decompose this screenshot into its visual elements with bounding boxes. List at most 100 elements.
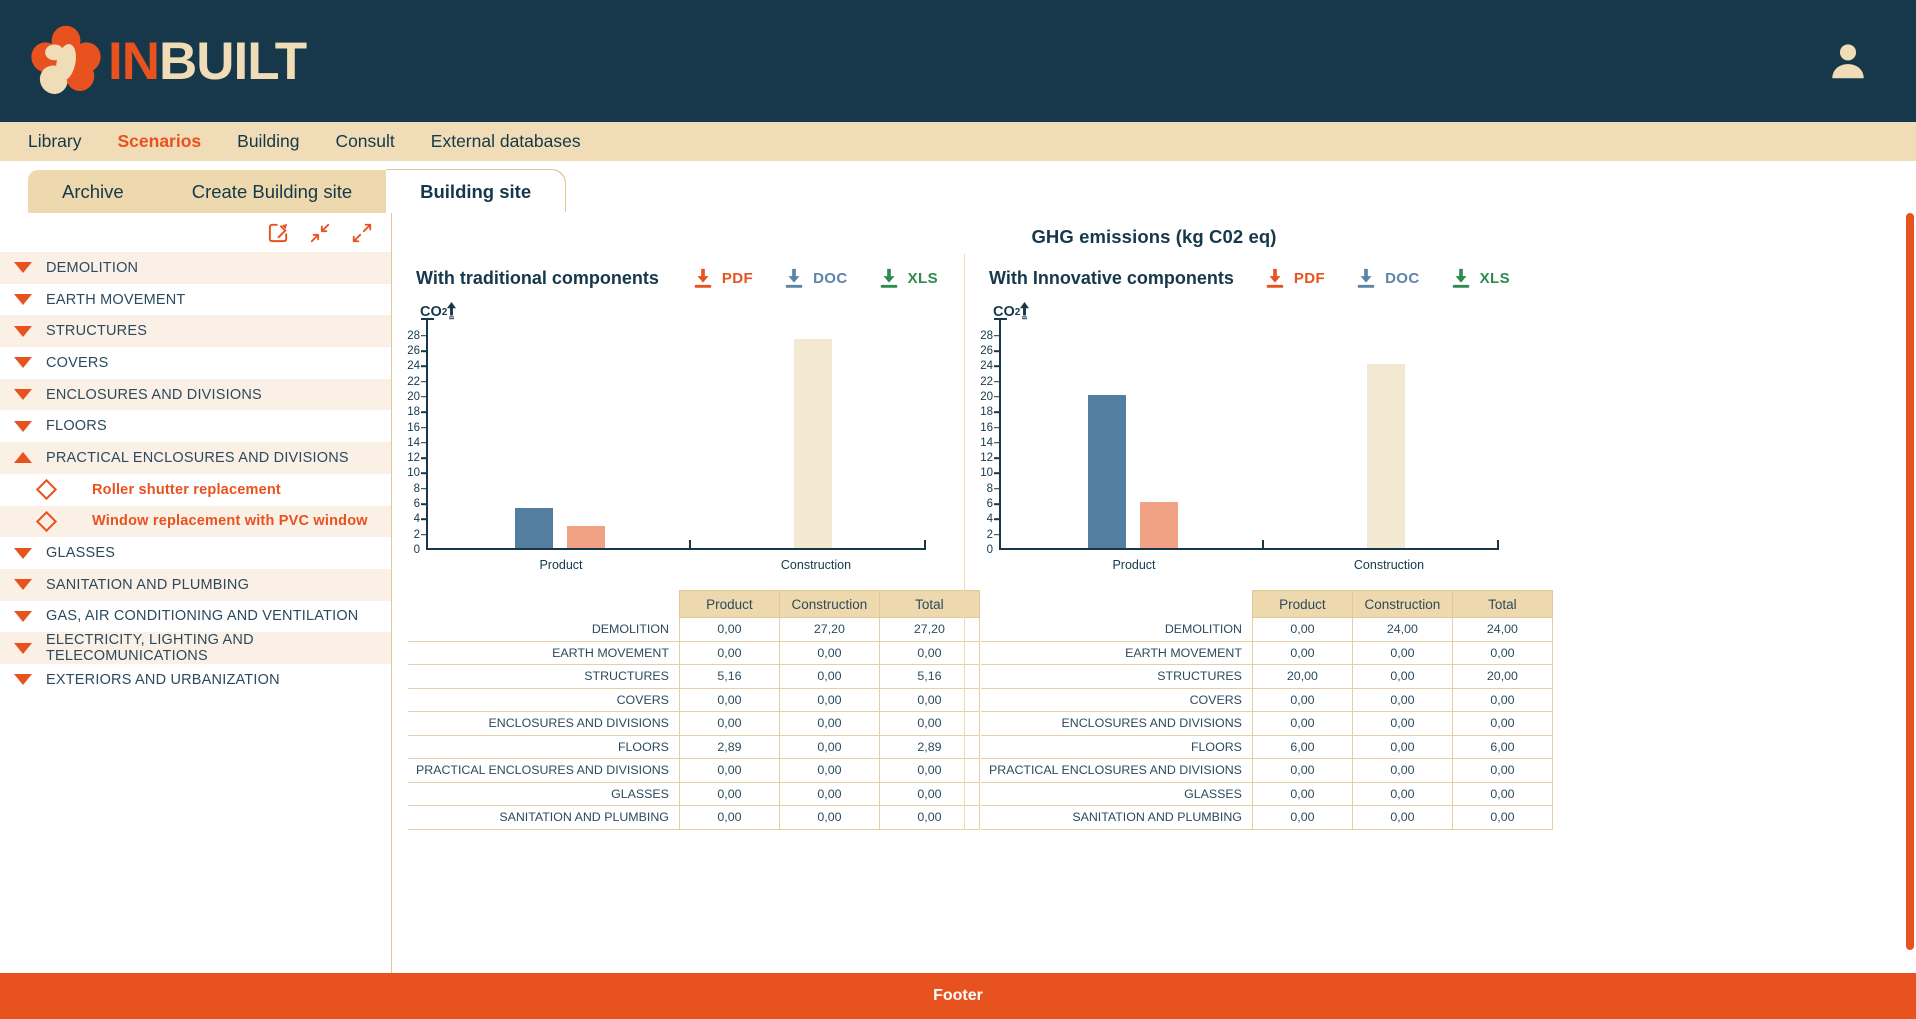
- table-cell-construction: 0,00: [1351, 664, 1453, 689]
- brand-logo[interactable]: INBUILT: [30, 25, 307, 97]
- table-cell-construction: 0,00: [778, 782, 880, 806]
- tab-create-building-site[interactable]: Create Building site: [157, 170, 387, 213]
- chevron-down-icon[interactable]: [0, 610, 46, 622]
- chart-bar[interactable]: [515, 508, 553, 548]
- chevron-down-icon[interactable]: [0, 294, 46, 306]
- sidebar-item-label: SANITATION AND PLUMBING: [46, 576, 250, 593]
- table-row[interactable]: EARTH MOVEMENT 0,00 0,00 0,00: [981, 641, 1553, 665]
- sidebar-item-label: Window replacement with PVC window: [92, 513, 368, 530]
- app-root: INBUILT Library Scenarios Building Consu…: [0, 0, 1916, 1019]
- table-row[interactable]: STRUCTURES 5,16 0,00 5,16: [408, 664, 980, 689]
- chevron-down-icon[interactable]: [0, 325, 46, 337]
- table-cell-construction: 0,00: [1351, 782, 1453, 806]
- menu-item-scenarios[interactable]: Scenarios: [118, 131, 226, 152]
- top-header: INBUILT: [0, 0, 1916, 122]
- sidebar-item-label: GAS, AIR CONDITIONING AND VENTILATION: [46, 608, 359, 625]
- sidebar-item-demolition[interactable]: DEMOLITION: [0, 252, 391, 284]
- table-row[interactable]: FLOORS 6,00 0,00 6,00: [981, 735, 1553, 759]
- sidebar-item-practical-enclosures-and-divisions[interactable]: PRACTICAL ENCLOSURES AND DIVISIONS: [0, 442, 391, 474]
- sidebar-item-gas-air-conditioning-and-ventilation[interactable]: GAS, AIR CONDITIONING AND VENTILATION: [0, 601, 391, 633]
- table-row[interactable]: FLOORS 2,89 0,00 2,89: [408, 735, 980, 759]
- scrollbar-thumb[interactable]: [1906, 213, 1914, 951]
- export-pdf-button[interactable]: PDF: [1264, 267, 1325, 289]
- table-row[interactable]: PRACTICAL ENCLOSURES AND DIVISIONS 0,00 0,…: [408, 758, 980, 783]
- chevron-down-icon[interactable]: [0, 674, 46, 686]
- user-avatar-icon[interactable]: [1820, 33, 1876, 89]
- table-row[interactable]: COVERS 0,00 0,00 0,00: [408, 688, 980, 712]
- chart-bar[interactable]: [1140, 501, 1178, 548]
- table-row[interactable]: ENCLOSURES AND DIVISIONS 0,00 0,00 0,00: [981, 711, 1553, 736]
- export-xls-button[interactable]: XLS: [1450, 267, 1510, 289]
- sidebar-item-structures[interactable]: STRUCTURES: [0, 315, 391, 348]
- chart-bar[interactable]: [1367, 363, 1405, 548]
- table-row[interactable]: EARTH MOVEMENT 0,00 0,00 0,00: [408, 641, 980, 665]
- sidebar-item-label: STRUCTURES: [46, 323, 148, 340]
- sidebar-item-glasses[interactable]: GLASSES: [0, 537, 391, 569]
- chart-tick-mark: [994, 487, 999, 490]
- sidebar-item-roller-shutter-replacement[interactable]: Roller shutter replacement: [0, 474, 391, 506]
- sidebar-item-sanitation-and-plumbing[interactable]: SANITATION AND PLUMBING: [0, 568, 391, 601]
- table-row[interactable]: GLASSES 0,00 0,00 0,00: [408, 782, 980, 806]
- export-doc-button[interactable]: DOC: [783, 267, 848, 289]
- chart-tick-mark: [994, 472, 999, 475]
- table-row[interactable]: STRUCTURES 20,00 0,00 20,00: [981, 664, 1553, 689]
- chart-bar[interactable]: [1088, 394, 1126, 548]
- menu-item-consult[interactable]: Consult: [335, 131, 418, 152]
- sidebar-item-earth-movement[interactable]: EARTH MOVEMENT: [0, 284, 391, 316]
- table-row[interactable]: PRACTICAL ENCLOSURES AND DIVISIONS 0,00 0,…: [981, 758, 1553, 783]
- sidebar-item-floors[interactable]: FLOORS: [0, 410, 391, 442]
- menu-item-library[interactable]: Library: [28, 131, 106, 152]
- chevron-down-icon[interactable]: [0, 579, 46, 591]
- export-doc-button[interactable]: DOC: [1355, 267, 1420, 289]
- table-row[interactable]: SANITATION AND PLUMBING 0,00 0,00 0,00: [408, 805, 980, 830]
- chart-y-axis-cap: [421, 318, 434, 321]
- table-row[interactable]: DEMOLITION 0,00 27,20 27,20: [408, 617, 980, 642]
- table-row[interactable]: COVERS 0,00 0,00 0,00: [981, 688, 1553, 712]
- table-cell-category: COVERS: [981, 688, 1253, 712]
- sidebar-item-window-replacement-with-pvc-window[interactable]: Window replacement with PVC window: [0, 505, 391, 538]
- table-row[interactable]: ENCLOSURES AND DIVISIONS 0,00 0,00 0,00: [408, 711, 980, 736]
- chevron-down-icon[interactable]: [0, 357, 46, 369]
- table-row[interactable]: DEMOLITION 0,00 24,00 24,00: [981, 617, 1553, 642]
- expand-all-icon[interactable]: [349, 220, 375, 246]
- chart-bar[interactable]: [794, 339, 832, 548]
- chart-tick-mark: [421, 380, 426, 383]
- edit-icon[interactable]: [265, 220, 291, 246]
- table-header-row: Product Construction Total: [981, 590, 1553, 618]
- chevron-up-icon[interactable]: [0, 452, 46, 464]
- collapse-all-icon[interactable]: [307, 220, 333, 246]
- chevron-down-icon[interactable]: [0, 547, 46, 559]
- table-cell-product: 2,89: [678, 735, 780, 759]
- footer-label: Footer: [933, 987, 983, 1004]
- chart-tick-mark: [421, 442, 426, 444]
- sidebar-toolbar: [0, 213, 391, 252]
- table-cell-total: 0,00: [1451, 711, 1553, 736]
- table-cell-product: 0,00: [1251, 688, 1353, 712]
- sidebar-item-exteriors-and-urbanization[interactable]: EXTERIORS AND URBANIZATION: [0, 664, 391, 696]
- table-row[interactable]: SANITATION AND PLUMBING 0,00 0,00 0,00: [981, 805, 1553, 830]
- chevron-down-icon[interactable]: [0, 642, 46, 654]
- sidebar-item-covers[interactable]: COVERS: [0, 347, 391, 379]
- sidebar-item-electricity-lighting-and-telecomunications[interactable]: ELECTRICITY, LIGHTING AND TELECOMUNICATI…: [0, 632, 391, 664]
- sidebar-item-enclosures-and-divisions[interactable]: ENCLOSURES AND DIVISIONS: [0, 378, 391, 411]
- page-footer: Footer: [0, 973, 1916, 1019]
- export-doc-label: DOC: [1385, 269, 1420, 287]
- export-pdf-button[interactable]: PDF: [692, 267, 753, 289]
- chevron-down-icon[interactable]: [0, 262, 46, 274]
- vertical-scrollbar[interactable]: [1906, 213, 1914, 973]
- flower-logo-icon: [30, 25, 102, 97]
- menu-item-external-databases[interactable]: External databases: [431, 131, 605, 152]
- tab-building-site[interactable]: Building site: [386, 170, 566, 213]
- table-header-blank: [981, 591, 1252, 618]
- export-xls-button[interactable]: XLS: [878, 267, 938, 289]
- export-group: PDF DOC XLS: [692, 267, 944, 289]
- chevron-down-icon[interactable]: [0, 389, 46, 401]
- menu-item-building[interactable]: Building: [237, 131, 323, 152]
- chart-tick-mark: [421, 411, 426, 413]
- chevron-down-icon[interactable]: [0, 420, 46, 432]
- table-cell-construction: 0,00: [1351, 758, 1453, 783]
- table-row[interactable]: GLASSES 0,00 0,00 0,00: [981, 782, 1553, 806]
- table-cell-construction: 0,00: [778, 805, 880, 830]
- tab-archive[interactable]: Archive: [28, 170, 158, 213]
- chart-bar[interactable]: [567, 525, 605, 548]
